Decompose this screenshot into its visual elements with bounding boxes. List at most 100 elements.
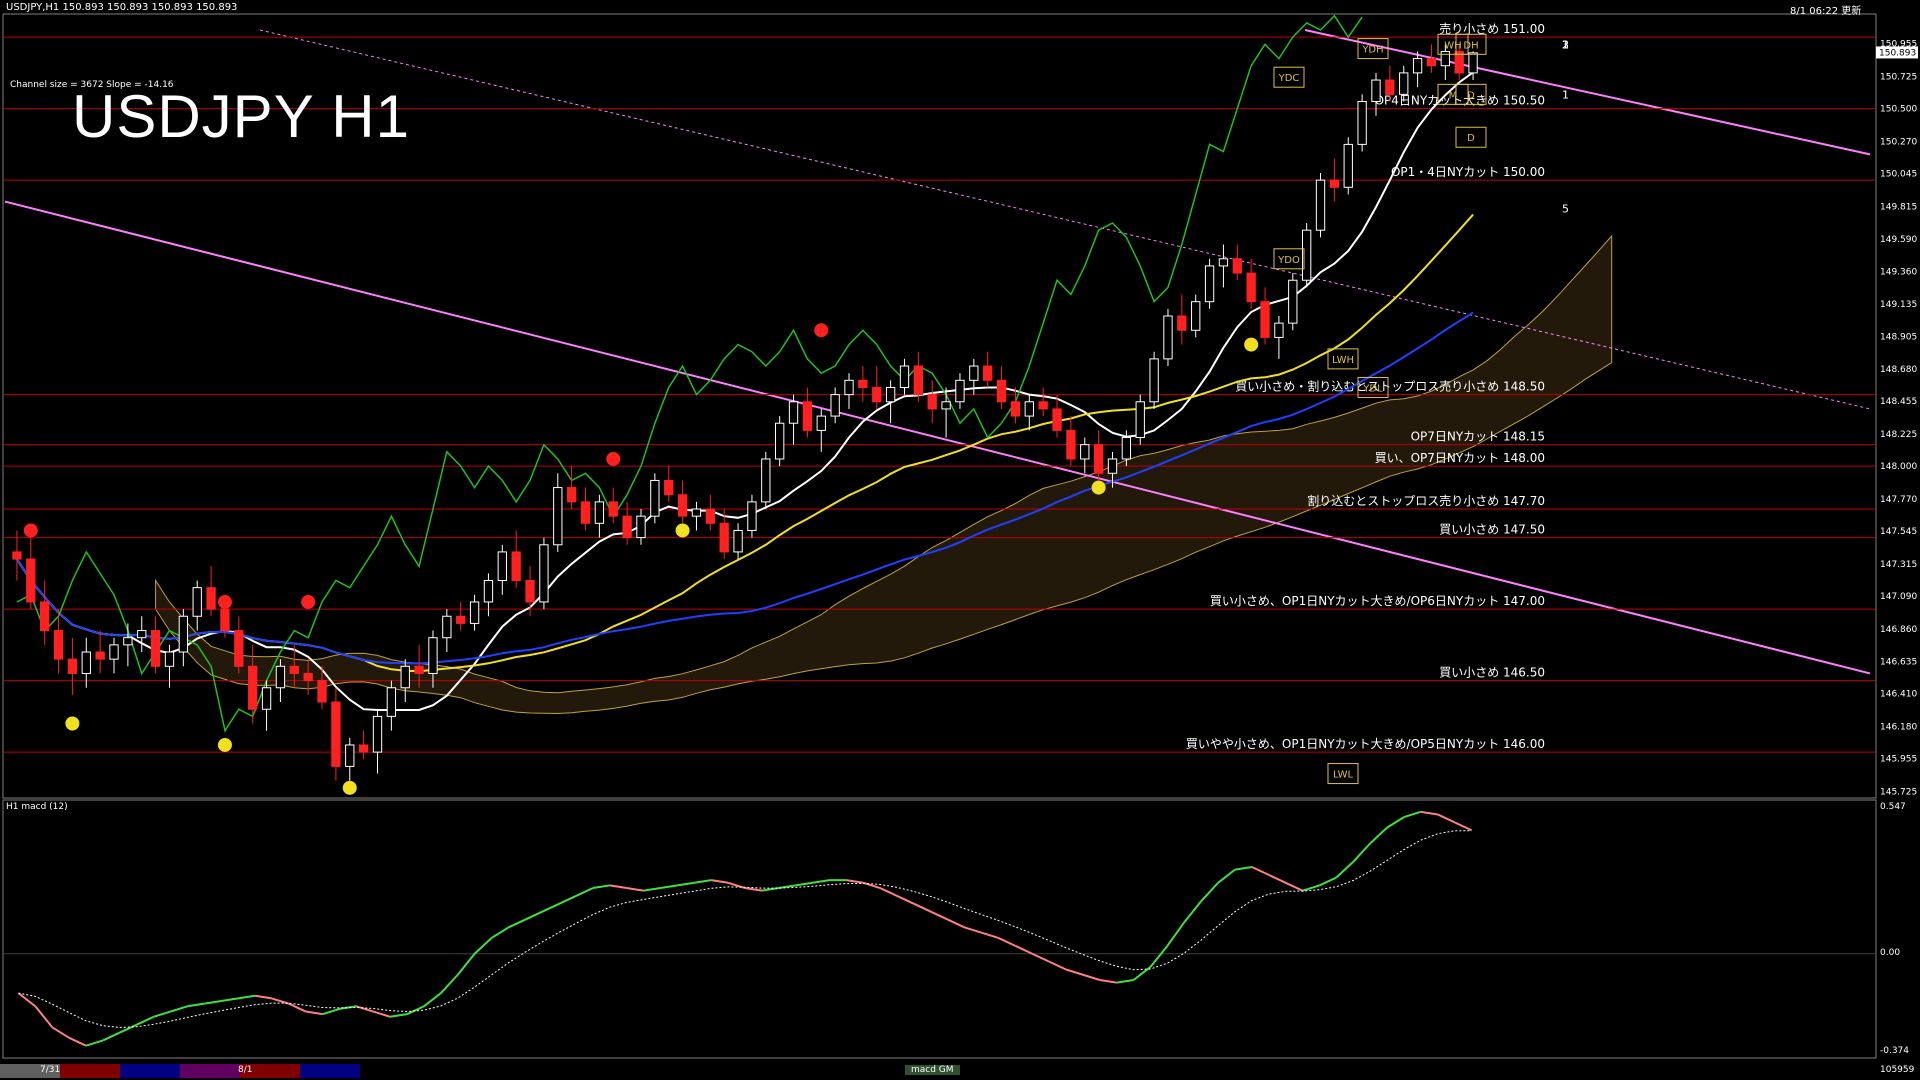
- sell-signal-marker: [301, 594, 316, 609]
- candle-body: [1274, 322, 1284, 338]
- candle: [1246, 258, 1256, 309]
- level-label: 買い小さめ・割り込むとストップロス売り小さめ 148.50: [1235, 379, 1545, 394]
- y-tick-label: 150.500: [1880, 105, 1917, 115]
- candle-body: [539, 544, 549, 603]
- sell-signal-marker: [606, 451, 621, 466]
- macd-segment: [1352, 842, 1371, 863]
- candle-body: [1135, 401, 1145, 439]
- candle: [955, 373, 965, 409]
- candle: [761, 451, 771, 510]
- macd-segment: [153, 1010, 171, 1018]
- candle-body: [1066, 429, 1076, 460]
- candle: [885, 380, 896, 424]
- candle: [677, 480, 688, 524]
- fib-label: 1: [1562, 88, 1569, 101]
- macd-segment: [491, 926, 509, 939]
- price-chart[interactable]: 売り小さめ 151.00OP4日NYカット大きめ 150.50OP1・4日NYカ…: [0, 0, 1920, 1080]
- candle-body: [719, 522, 729, 553]
- macd-segment: [896, 895, 915, 905]
- candle: [109, 637, 119, 674]
- candle: [386, 680, 397, 731]
- candle-body: [483, 580, 494, 603]
- macd-segment: [1183, 900, 1202, 923]
- macd-top-value: 0.547: [1880, 802, 1906, 812]
- y-tick-label: 149.590: [1880, 235, 1917, 245]
- candle-body: [1218, 258, 1229, 267]
- candle: [1093, 430, 1104, 481]
- y-tick-label: 147.315: [1880, 560, 1917, 570]
- candle: [1024, 394, 1034, 431]
- candle-body: [497, 551, 507, 582]
- candle: [1204, 258, 1215, 309]
- date-label-1: 8/1: [238, 1065, 253, 1075]
- y-tick-label: 147.545: [1880, 527, 1917, 537]
- candle-body: [261, 687, 272, 710]
- candle: [1066, 416, 1076, 467]
- y-tick-label: 148.000: [1880, 462, 1917, 472]
- macd-segment: [187, 1002, 205, 1008]
- candle-body: [802, 401, 813, 431]
- box-label: LWH: [1332, 355, 1354, 366]
- candle: [137, 616, 147, 653]
- candle-body: [664, 479, 674, 496]
- cloud-area: [155, 234, 1613, 715]
- candle: [566, 466, 577, 510]
- candle: [1357, 94, 1367, 152]
- candle-body: [1121, 437, 1132, 460]
- candle-body: [386, 687, 397, 717]
- candle-body: [469, 601, 480, 624]
- chart-title: USDJPY H1: [72, 83, 411, 150]
- candle-body: [303, 672, 313, 682]
- candle-body: [275, 665, 286, 689]
- macd-segment: [204, 1000, 222, 1005]
- candle-body: [1399, 72, 1409, 95]
- macd-segment: [981, 931, 999, 939]
- candle-body: [1232, 258, 1242, 274]
- candle: [705, 494, 715, 531]
- candle-body: [1010, 401, 1021, 417]
- candle: [580, 487, 591, 531]
- macd-segment: [879, 887, 898, 897]
- candle-body: [511, 551, 521, 582]
- y-tick-label: 145.725: [1880, 787, 1917, 797]
- buy-signal-marker: [217, 737, 232, 752]
- candle: [927, 380, 937, 424]
- macd-segment: [1302, 884, 1320, 892]
- y-tick-label: 145.955: [1880, 755, 1917, 765]
- candle-body: [650, 479, 660, 517]
- candle: [1135, 394, 1145, 445]
- macd-segment: [964, 926, 982, 934]
- y-tick-label: 148.225: [1880, 430, 1917, 440]
- y-tick-label: 148.455: [1880, 397, 1917, 407]
- macd-segment: [1048, 960, 1067, 971]
- candle-body: [81, 651, 91, 674]
- candle: [1371, 72, 1381, 116]
- candle-body: [192, 587, 202, 617]
- y-tick-label: 146.180: [1880, 722, 1917, 732]
- macd-segment: [541, 902, 560, 913]
- buy-signal-marker: [675, 523, 690, 538]
- candle-body: [248, 665, 258, 710]
- macd-segment: [1251, 866, 1270, 876]
- macd-segment: [456, 953, 476, 976]
- candle: [1315, 172, 1326, 238]
- candle: [664, 466, 674, 502]
- y-tick-label: 147.090: [1880, 592, 1917, 602]
- level-label: 買い小さめ、OP1日NYカット大きめ/OP6日NYカット 147.00: [1210, 594, 1545, 608]
- macd-segment: [1319, 876, 1337, 887]
- candle: [899, 358, 910, 395]
- candle-body: [955, 379, 965, 403]
- candle-body: [872, 386, 882, 403]
- candle-body: [1093, 444, 1104, 474]
- candle-body: [677, 494, 688, 517]
- dotted-trend-line: [259, 29, 1871, 410]
- candle: [1426, 44, 1437, 73]
- candle: [192, 580, 202, 631]
- candle-body: [1357, 100, 1367, 145]
- macd-segment: [677, 881, 695, 887]
- macd-tab[interactable]: macd GM: [905, 1065, 960, 1075]
- candle-body: [899, 365, 910, 388]
- macd-segment: [524, 910, 543, 921]
- macd-segment: [51, 1026, 70, 1039]
- candle: [1177, 294, 1187, 345]
